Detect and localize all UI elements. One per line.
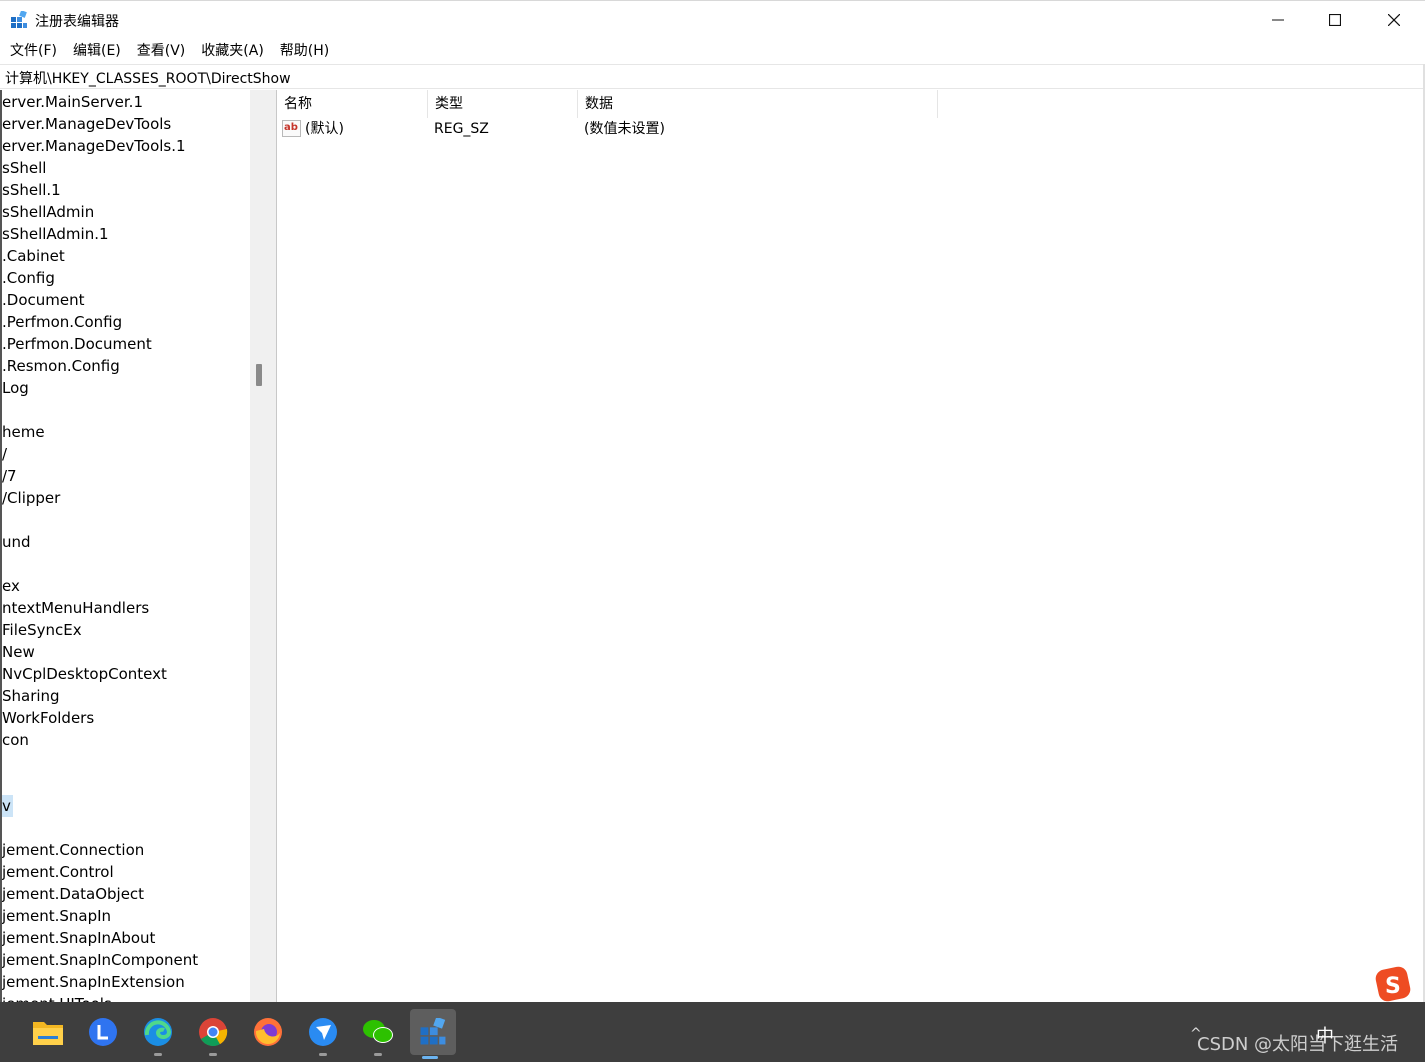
- value-name: (默认): [305, 121, 344, 137]
- window-title: 注册表编辑器: [35, 14, 119, 30]
- minimize-button[interactable]: [1249, 1, 1307, 39]
- taskbar-file-explorer[interactable]: [28, 1012, 68, 1052]
- minimize-icon: [1272, 19, 1284, 21]
- taskbar-lark[interactable]: [83, 1012, 123, 1052]
- tree-node[interactable]: jement.SnapInExtension: [2, 971, 185, 993]
- feishu-icon: [309, 1018, 337, 1046]
- close-icon: [1388, 14, 1400, 26]
- tree-node[interactable]: sShell: [2, 157, 46, 179]
- taskbar-edge[interactable]: [138, 1012, 178, 1056]
- value-data: (数值未设置): [584, 121, 665, 137]
- tree-node[interactable]: .Resmon.Config: [2, 355, 120, 377]
- tree-node[interactable]: jement.Connection: [2, 839, 144, 861]
- tree-node[interactable]: FileSyncEx: [2, 619, 82, 641]
- value-list[interactable]: 名称 类型 数据 ab (默认) REG_SZ (数值未设置): [277, 90, 1423, 1002]
- firefox-icon: [254, 1018, 282, 1046]
- tree-node[interactable]: ntextMenuHandlers: [2, 597, 149, 619]
- address-bar[interactable]: 计算机\HKEY_CLASSES_ROOT\DirectShow: [0, 64, 1425, 89]
- tree-node[interactable]: jement.UITools: [2, 993, 112, 1002]
- tree-node[interactable]: v: [2, 795, 13, 817]
- tree-node[interactable]: .Config: [2, 267, 55, 289]
- menu-file[interactable]: 文件(F): [2, 39, 65, 63]
- tree-node[interactable]: .Document: [2, 289, 84, 311]
- tree-node[interactable]: erver.ManageDevTools: [2, 113, 171, 135]
- tree-node[interactable]: jement.Control: [2, 861, 114, 883]
- menu-help[interactable]: 帮助(H): [272, 39, 337, 63]
- sogou-ime-icon[interactable]: S: [1374, 966, 1414, 1002]
- tree-node[interactable]: jement.SnapIn: [2, 905, 111, 927]
- tree-node[interactable]: und: [2, 531, 31, 553]
- tree-node[interactable]: heme: [2, 421, 45, 443]
- column-header-type[interactable]: 类型: [428, 90, 578, 118]
- table-row[interactable]: ab (默认) REG_SZ (数值未设置): [277, 118, 977, 140]
- pane-splitter[interactable]: [270, 90, 277, 1002]
- edge-icon: [144, 1018, 172, 1046]
- string-value-icon: ab: [282, 120, 301, 137]
- watermark: CSDN @太阳当下逛生活: [1197, 1034, 1399, 1055]
- column-header-data[interactable]: 数据: [578, 90, 938, 118]
- registry-editor-icon: [420, 1018, 446, 1045]
- taskbar-firefox[interactable]: [248, 1012, 288, 1052]
- taskbar-wechat[interactable]: [358, 1012, 398, 1056]
- menu-bar: 文件(F) 编辑(E) 查看(V) 收藏夹(A) 帮助(H): [0, 38, 1425, 64]
- lark-l-icon: [89, 1018, 117, 1046]
- taskbar-chrome[interactable]: [193, 1012, 233, 1056]
- key-tree[interactable]: erver.MainServer.1 erver.ManageDevTools er…: [0, 90, 250, 1002]
- menu-view[interactable]: 查看(V): [129, 39, 194, 63]
- string-value-icon-text: ab: [284, 122, 298, 133]
- svg-text:S: S: [1385, 974, 1401, 999]
- menu-edit[interactable]: 编辑(E): [65, 39, 129, 63]
- tree-scrollbar[interactable]: [250, 90, 270, 1002]
- tree-node[interactable]: jement.DataObject: [2, 883, 144, 905]
- close-button[interactable]: [1365, 1, 1423, 39]
- wechat-icon: [363, 1020, 393, 1043]
- tree-node[interactable]: erver.ManageDevTools.1: [2, 135, 186, 157]
- maximize-button[interactable]: [1306, 1, 1364, 39]
- tree-node[interactable]: ex: [2, 575, 20, 597]
- chrome-icon: [199, 1018, 228, 1046]
- column-header-name[interactable]: 名称: [277, 90, 428, 118]
- tree-node[interactable]: sShellAdmin.1: [2, 223, 109, 245]
- menu-favorites[interactable]: 收藏夹(A): [193, 39, 272, 63]
- file-explorer-icon: [33, 1022, 63, 1045]
- tree-node[interactable]: jement.SnapInComponent: [2, 949, 198, 971]
- tree-node[interactable]: Log: [2, 377, 29, 399]
- address-path[interactable]: 计算机\HKEY_CLASSES_ROOT\DirectShow: [5, 68, 291, 88]
- title-bar: 注册表编辑器: [0, 0, 1425, 38]
- tree-node[interactable]: WorkFolders: [2, 707, 94, 729]
- tree-node[interactable]: sShellAdmin: [2, 201, 94, 223]
- maximize-icon: [1329, 14, 1341, 26]
- value-type: REG_SZ: [434, 121, 489, 137]
- registry-editor-icon: [11, 11, 27, 28]
- tree-node[interactable]: sShell.1: [2, 179, 61, 201]
- tree-node[interactable]: .Perfmon.Document: [2, 333, 152, 355]
- tree-node[interactable]: jement.SnapInAbout: [2, 927, 155, 949]
- tree-node[interactable]: Sharing: [2, 685, 60, 707]
- tree-node[interactable]: /Clipper: [2, 487, 60, 509]
- tree-scrollbar-thumb[interactable]: [256, 364, 262, 386]
- tree-node[interactable]: erver.MainServer.1: [2, 91, 143, 113]
- tree-node[interactable]: New: [2, 641, 35, 663]
- tree-node[interactable]: /7: [2, 465, 17, 487]
- taskbar-feishu[interactable]: [303, 1012, 343, 1056]
- tree-node[interactable]: con: [2, 729, 29, 751]
- taskbar-registry-editor[interactable]: [410, 1009, 456, 1059]
- tree-node[interactable]: .Perfmon.Config: [2, 311, 122, 333]
- tree-node[interactable]: /: [2, 443, 7, 465]
- tree-node[interactable]: NvCplDesktopContext: [2, 663, 167, 685]
- tree-node[interactable]: .Cabinet: [2, 245, 65, 267]
